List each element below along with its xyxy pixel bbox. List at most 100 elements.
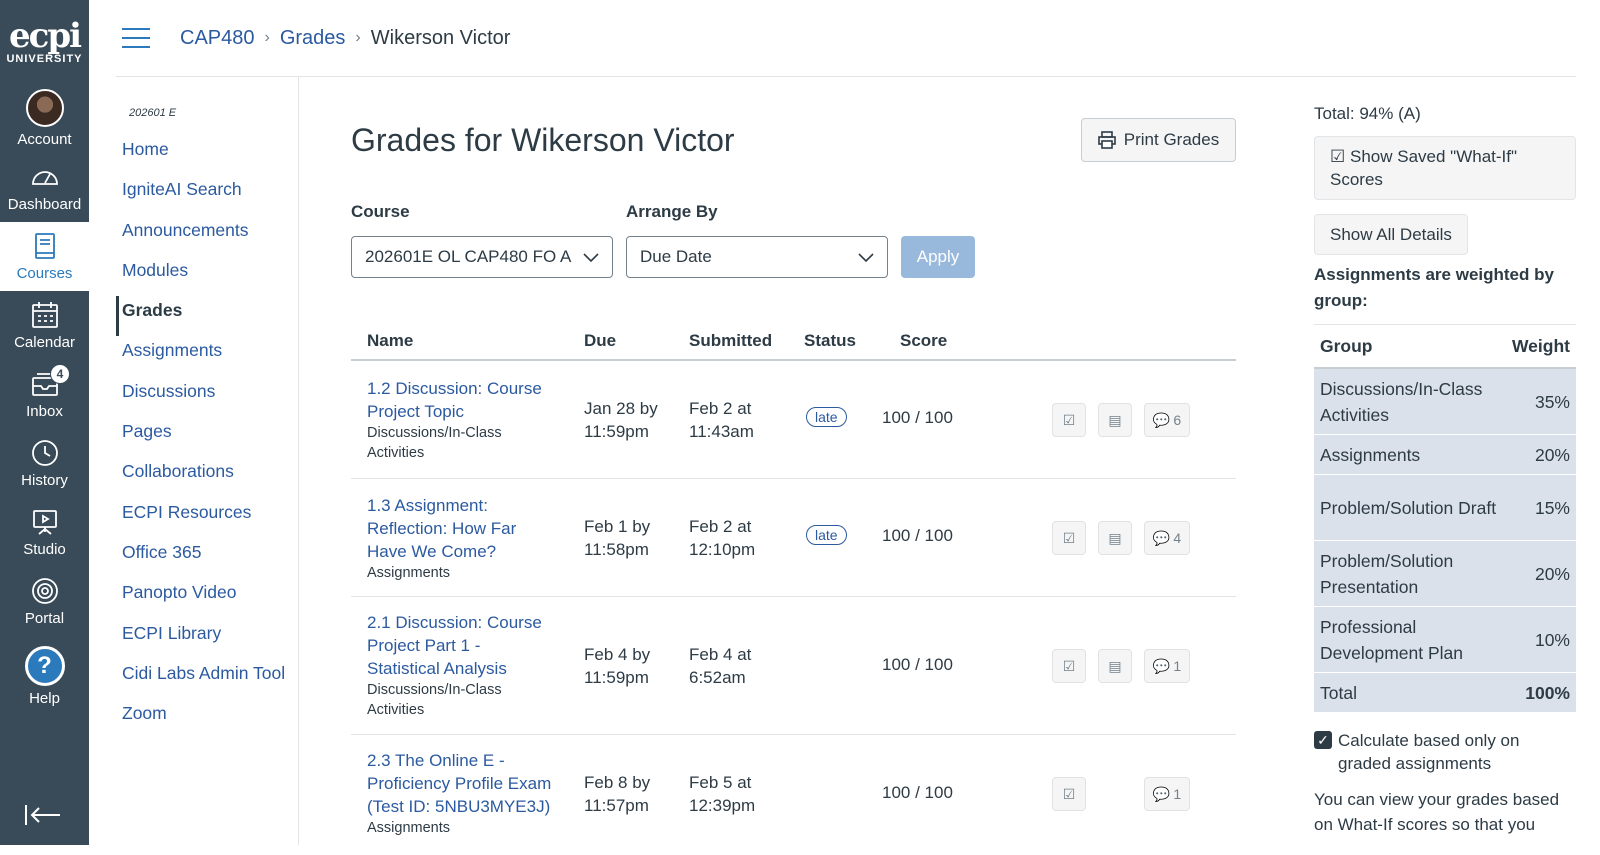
global-nav-portal[interactable]: Portal (0, 567, 89, 636)
comments-button[interactable]: 💬 1 (1144, 649, 1190, 683)
global-nav-account[interactable]: Account (0, 84, 89, 153)
collapse-nav-icon[interactable] (24, 804, 62, 831)
nav-label: Account (17, 131, 72, 148)
assignment-link[interactable]: 2.1 Discussion: Course Project Part 1 - … (367, 613, 542, 678)
group-weight: 35% (1534, 391, 1570, 412)
logo-text: ecpi (8, 16, 82, 56)
status-badge: late (806, 407, 847, 427)
course-nav-ecpi-resources[interactable]: ECPI Resources (116, 498, 298, 538)
what-if-icon[interactable]: ☑ (1052, 521, 1086, 555)
course-nav-discussions[interactable]: Discussions (116, 377, 298, 417)
course-nav-modules[interactable]: Modules (116, 256, 298, 296)
what-if-icon[interactable]: ☑ (1052, 403, 1086, 437)
assignment-link[interactable]: 1.3 Assignment: Reflection: How Far Have… (367, 496, 516, 561)
global-navigation: ecpi UNIVERSITY Account Dashboard Course… (0, 0, 89, 845)
course-select[interactable]: 202601E OL CAP480 FO A (351, 236, 613, 278)
col-name[interactable]: Name (367, 331, 413, 351)
what-if-icon[interactable]: ☑ (1052, 649, 1086, 683)
col-due[interactable]: Due (584, 331, 616, 351)
table-row: 1.2 Discussion: Course Project Topic Dis… (351, 361, 1236, 479)
print-grades-button[interactable]: Print Grades (1081, 118, 1236, 162)
course-nav-office-365[interactable]: Office 365 (116, 538, 298, 578)
chevron-right-icon: › (264, 29, 270, 46)
calculate-graded-only[interactable]: ✓ Calculate based only on graded assignm… (1314, 729, 1576, 775)
breadcrumb-grades[interactable]: Grades (280, 27, 346, 50)
calculate-label: Calculate based only on graded assignmen… (1338, 731, 1520, 773)
nav-label: Dashboard (7, 196, 82, 213)
submitted-date: Feb 4 at 6:52am (689, 645, 752, 687)
chevron-down-icon (855, 246, 877, 268)
submitted-date: Feb 5 at 12:39pm (689, 773, 756, 815)
group-weight: 20% (1534, 563, 1570, 584)
group-weight: 10% (1534, 629, 1570, 650)
chevron-down-icon (580, 246, 602, 268)
comment-icon: 💬 (1152, 785, 1171, 802)
nav-label: Inbox (26, 403, 63, 420)
group-weight: 100% (1525, 682, 1570, 703)
col-status[interactable]: Status (804, 331, 856, 351)
show-saved-what-if-button[interactable]: ☑ Show Saved "What-If" Scores (1314, 136, 1576, 200)
comments-button[interactable]: 💬 6 (1144, 403, 1190, 437)
global-nav-studio[interactable]: Studio (0, 498, 89, 567)
global-nav-help[interactable]: ? Help (0, 636, 89, 716)
hamburger-menu-icon[interactable] (122, 28, 150, 48)
inbox-unread-badge: 4 (50, 364, 70, 384)
calendar-icon (31, 302, 58, 328)
group-name: Problem/Solution Presentation (1320, 550, 1454, 597)
global-nav-dashboard[interactable]: Dashboard (0, 153, 89, 222)
course-nav-assignments[interactable]: Assignments (116, 336, 298, 376)
global-nav-inbox[interactable]: 4 Inbox (0, 360, 89, 429)
printer-icon (1097, 131, 1116, 149)
course-nav-announcements[interactable]: Announcements (116, 216, 298, 256)
checkbox-checked-icon[interactable]: ✓ (1314, 731, 1332, 749)
chevron-right-icon: › (355, 29, 361, 46)
due-date: Feb 1 by 11:58pm (584, 517, 651, 559)
course-nav-pages[interactable]: Pages (116, 417, 298, 457)
logo-subtext: UNIVERSITY (6, 53, 83, 65)
arrange-by-select[interactable]: Due Date (626, 236, 888, 278)
comment-count: 4 (1173, 530, 1182, 546)
course-nav-igniteai-search[interactable]: IgniteAI Search (116, 175, 298, 215)
rubric-icon[interactable]: ▤ (1098, 403, 1132, 437)
course-nav-cidi-labs[interactable]: Cidi Labs Admin Tool (116, 659, 298, 699)
global-nav-calendar[interactable]: Calendar (0, 291, 89, 360)
rubric-icon[interactable]: ▤ (1098, 649, 1132, 683)
comments-button[interactable]: 💬 4 (1144, 521, 1190, 555)
assignment-link[interactable]: 2.3 The Online E - Proficiency Profile E… (367, 751, 551, 816)
global-nav-courses[interactable]: Courses (0, 222, 89, 291)
nav-label: History (21, 472, 68, 489)
weights-row: Professional Development Plan 10% (1314, 607, 1576, 673)
course-navigation: 202601 E Home IgniteAI Search Announceme… (116, 77, 299, 845)
assignment-group: Discussions/In-Class Activities (367, 425, 502, 461)
weights-row: Problem/Solution Presentation 20% (1314, 541, 1576, 607)
breadcrumb-course[interactable]: CAP480 (180, 27, 255, 50)
course-nav-collaborations[interactable]: Collaborations (116, 457, 298, 497)
what-if-icon[interactable]: ☑ (1052, 777, 1086, 811)
ecpi-logo[interactable]: ecpi UNIVERSITY (0, 0, 89, 84)
col-score[interactable]: Score (900, 331, 947, 351)
score: 100 / 100 (882, 655, 953, 674)
comments-button[interactable]: 💬 1 (1144, 777, 1190, 811)
show-all-details-button[interactable]: Show All Details (1314, 214, 1468, 255)
assignment-link[interactable]: 1.2 Discussion: Course Project Topic (367, 379, 542, 421)
col-submitted[interactable]: Submitted (689, 331, 772, 351)
total-grade: Total: 94% (A) (1314, 104, 1421, 123)
course-nav-home[interactable]: Home (116, 135, 298, 175)
breadcrumb: CAP480 › Grades › Wikerson Victor (180, 27, 510, 50)
table-row: 2.3 The Online E - Proficiency Profile E… (351, 735, 1236, 855)
rubric-icon[interactable]: ▤ (1098, 521, 1132, 555)
dashboard-icon (31, 171, 58, 185)
course-nav-grades[interactable]: Grades (116, 296, 298, 337)
weights-row: Discussions/In-Class Activities 35% (1314, 369, 1576, 435)
grades-table: Name Due Submitted Status Score 1.2 Disc… (351, 327, 1236, 855)
group-name: Assignments (1320, 444, 1421, 465)
course-nav-zoom[interactable]: Zoom (116, 699, 298, 739)
global-nav-history[interactable]: History (0, 429, 89, 498)
course-nav-ecpi-library[interactable]: ECPI Library (116, 619, 298, 659)
apply-button[interactable]: Apply (901, 236, 975, 278)
course-nav-panopto-video[interactable]: Panopto Video (116, 578, 298, 618)
table-row: 1.3 Assignment: Reflection: How Far Have… (351, 479, 1236, 597)
weighted-note: Assignments are weighted by group: (1314, 265, 1554, 310)
col-weight: Weight (1511, 336, 1570, 356)
due-date: Jan 28 by 11:59pm (584, 399, 658, 441)
